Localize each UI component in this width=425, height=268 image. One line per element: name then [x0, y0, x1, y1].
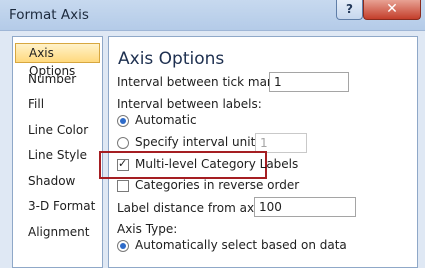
help-button[interactable]: ? — [336, 0, 363, 20]
auto-select-radio[interactable] — [117, 240, 129, 252]
nav-item-line-color[interactable]: Line Color — [15, 120, 100, 140]
reverse-order-checkbox[interactable] — [117, 180, 129, 192]
category-list: Axis Options Number Fill Line Color Line… — [12, 36, 103, 268]
axis-type-label: Axis Type: — [117, 222, 178, 236]
nav-item-axis-options[interactable]: Axis Options — [15, 43, 100, 78]
specify-interval-input[interactable]: 1 — [255, 133, 307, 153]
nav-item-alignment[interactable]: Alignment — [15, 222, 100, 242]
window-title: Format Axis — [9, 7, 89, 23]
nav-item-3d-format[interactable]: 3-D Format — [15, 196, 100, 216]
nav-item-line-style[interactable]: Line Style — [15, 145, 100, 165]
label-distance-label: Label distance from axis: — [117, 201, 268, 215]
axis-options-panel: Axis Options Interval between tick marks… — [99, 36, 418, 268]
interval-tick-input[interactable]: 1 — [269, 72, 349, 92]
multilevel-checkbox[interactable]: ✓ — [117, 157, 129, 171]
nav-item-fill[interactable]: Fill — [15, 94, 100, 114]
multilevel-label[interactable]: Multi-level Category Labels — [135, 157, 298, 171]
interval-labels-label: Interval between labels: — [117, 97, 262, 111]
label-distance-input[interactable]: 100 — [254, 197, 356, 217]
nav-item-number[interactable]: Number — [15, 69, 100, 89]
reverse-order-label[interactable]: Categories in reverse order — [135, 178, 299, 192]
automatic-label[interactable]: Automatic — [135, 113, 197, 127]
check-icon: ✓ — [118, 157, 128, 170]
specify-interval-label[interactable]: Specify interval unit: — [135, 135, 259, 149]
auto-select-label[interactable]: Automatically select based on data — [135, 238, 347, 252]
interval-tick-label: Interval between tick marks: — [117, 75, 290, 89]
panel-heading: Axis Options — [118, 49, 225, 69]
nav-item-shadow[interactable]: Shadow — [15, 171, 100, 191]
title-bar: Format Axis ? ✕ — [0, 0, 425, 31]
close-button[interactable]: ✕ — [363, 0, 421, 20]
specify-interval-radio[interactable] — [117, 137, 129, 149]
automatic-radio[interactable] — [117, 115, 129, 127]
